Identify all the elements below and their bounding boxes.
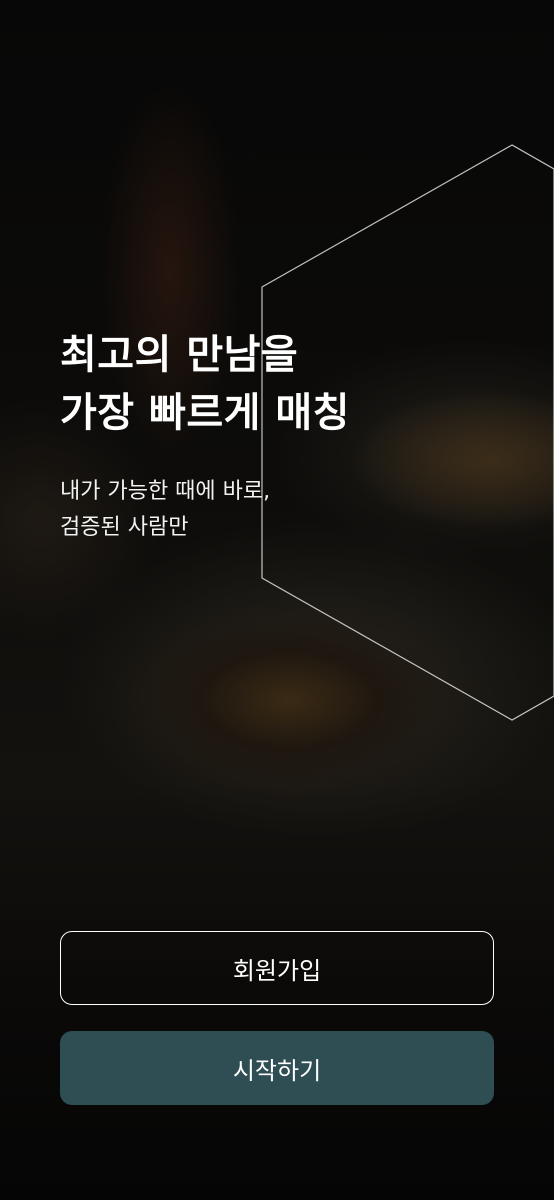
headline-line-1: 최고의 만남을	[60, 332, 299, 378]
signup-button-label: 회원가입	[232, 956, 322, 985]
headline-line-2: 가장 빠르게 매칭	[60, 390, 350, 436]
headline: 최고의 만남을 가장 빠르게 매칭	[60, 326, 350, 442]
start-button-label: 시작하기	[232, 1056, 322, 1085]
subtitle: 내가 가능한 때에 바로, 검증된 사람만	[60, 474, 270, 546]
signup-button[interactable]: 회원가입	[60, 931, 494, 1005]
subtitle-line-2: 검증된 사람만	[60, 515, 189, 540]
start-button[interactable]: 시작하기	[60, 1031, 494, 1105]
background-food-photo	[0, 0, 554, 1200]
subtitle-line-1: 내가 가능한 때에 바로,	[60, 479, 271, 504]
